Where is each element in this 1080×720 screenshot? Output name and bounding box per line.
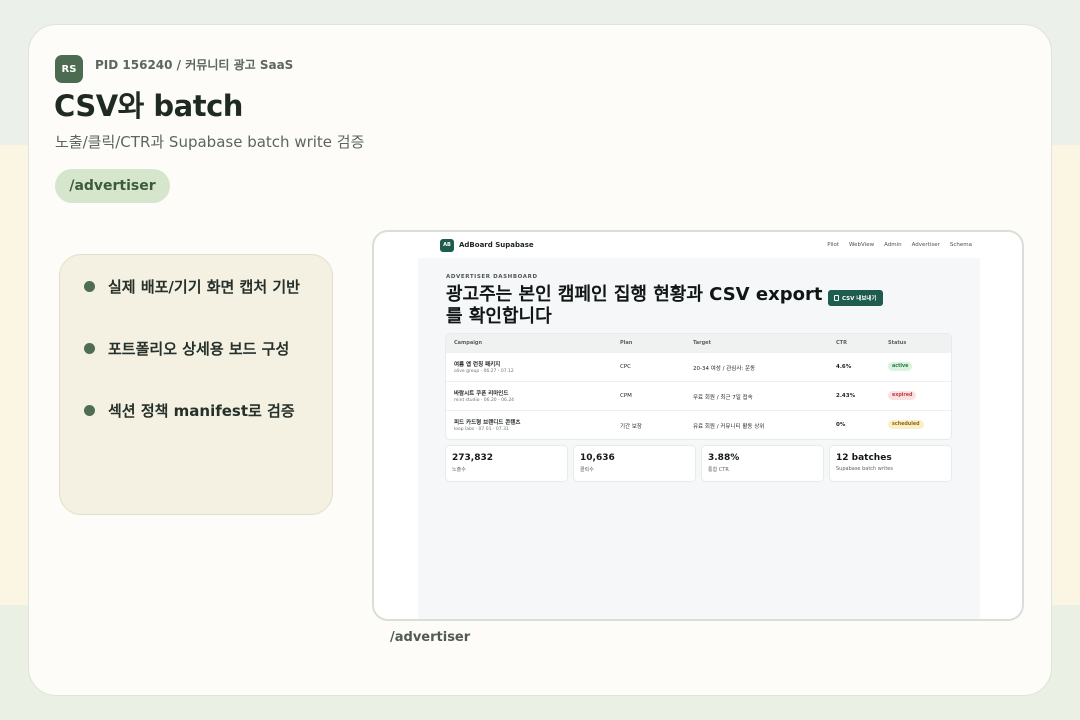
campaign-meta: loop labs · 07.01 - 07.31 (454, 427, 509, 432)
nav-link-advertiser[interactable]: Advertiser (912, 242, 940, 248)
page-title: CSV와 batch (54, 89, 243, 123)
avatar: RS (55, 55, 83, 83)
bullet-dot-icon (84, 343, 95, 354)
campaign-name: 여름 앱 런칭 패키지 (454, 362, 501, 368)
nav-links: Pilot WebView Admin Advertiser Schema (827, 242, 972, 248)
nav-link-webview[interactable]: WebView (849, 242, 874, 248)
feature-text: 섹션 정책 manifest로 검증 (108, 402, 295, 420)
campaign-target: 20-34 여성 / 관심사: 운동 (693, 366, 756, 372)
csv-export-label: CSV 내보내기 (842, 296, 877, 302)
campaign-ctr: 4.6% (836, 364, 852, 370)
stats-row: 273,832 노출수 10,636 클릭수 3.88% 통합 CTR 12 b… (446, 446, 951, 481)
table-header: Campaign Plan Target CTR Status (446, 334, 951, 352)
stat-value: 273,832 (452, 453, 493, 463)
column-header-campaign: Campaign (454, 340, 483, 346)
app-navbar: AB AdBoard Supabase Pilot WebView Admin … (418, 232, 980, 258)
stat-label: Supabase batch writes (836, 466, 893, 472)
nav-link-schema[interactable]: Schema (950, 242, 972, 248)
bullet-dot-icon (84, 405, 95, 416)
stat-value: 10,636 (580, 453, 615, 463)
stat-label: 클릭수 (580, 467, 594, 473)
table-row[interactable]: 피드 카드형 브랜디드 콘텐츠 loop labs · 07.01 - 07.3… (446, 410, 951, 439)
feature-list: 실제 배포/기기 화면 캡처 기반 포트폴리오 상세용 보드 구성 섹션 정책 … (59, 254, 333, 515)
campaign-name: 바람시트 쿠폰 리마인드 (454, 391, 509, 397)
table-row[interactable]: 여름 앱 런칭 패키지 olive group · 06.27 - 07.12 … (446, 352, 951, 381)
campaign-target: 무료 회원 / 최근 7일 접속 (693, 395, 753, 401)
campaign-plan: 기간 보장 (620, 424, 642, 430)
document-icon (834, 295, 839, 301)
campaign-meta: olive group · 06.27 - 07.12 (454, 369, 514, 374)
project-id-label: PID 156240 / 커뮤니티 광고 SaaS (95, 58, 294, 72)
column-header-target: Target (693, 340, 711, 346)
stat-label: 통합 CTR (708, 467, 729, 473)
screenshot-caption: /advertiser (390, 630, 471, 645)
stat-card-impressions: 273,832 노출수 (446, 446, 567, 481)
campaign-meta: mint studio · 06.20 - 06.24 (454, 398, 515, 403)
dashboard-eyebrow: ADVERTISER DASHBOARD (446, 274, 538, 280)
feature-text: 실제 배포/기기 화면 캡처 기반 (108, 278, 300, 296)
screenshot-frame: AB AdBoard Supabase Pilot WebView Admin … (372, 230, 1024, 621)
status-badge: expired (888, 391, 917, 400)
csv-export-button[interactable]: CSV 내보내기 (828, 290, 883, 306)
table-row[interactable]: 바람시트 쿠폰 리마인드 mint studio · 06.20 - 06.24… (446, 381, 951, 410)
stat-card-clicks: 10,636 클릭수 (574, 446, 695, 481)
stat-card-ctr: 3.88% 통합 CTR (702, 446, 823, 481)
dashboard-heading: 광고주는 본인 캠페인 집행 현황과 CSV export를 확인합니다 (446, 284, 823, 327)
nav-link-pilot[interactable]: Pilot (827, 242, 839, 248)
slide-card: RS PID 156240 / 커뮤니티 광고 SaaS CSV와 batch … (28, 24, 1052, 696)
campaign-plan: CPM (620, 393, 632, 399)
status-badge: scheduled (888, 420, 924, 429)
feature-text: 포트폴리오 상세용 보드 구성 (108, 340, 290, 358)
feature-item: 실제 배포/기기 화면 캡처 기반 (84, 276, 300, 297)
bullet-dot-icon (84, 281, 95, 292)
brand-logo: AB (440, 238, 454, 252)
column-header-plan: Plan (620, 340, 633, 346)
embedded-app-screenshot: AB AdBoard Supabase Pilot WebView Admin … (418, 232, 980, 619)
campaign-name: 피드 카드형 브랜디드 콘텐츠 (454, 420, 521, 426)
feature-item: 섹션 정책 manifest로 검증 (84, 400, 295, 421)
campaign-ctr: 2.43% (836, 393, 856, 399)
column-header-ctr: CTR (836, 340, 847, 346)
stat-value: 12 batches (836, 453, 892, 463)
feature-item: 포트폴리오 상세용 보드 구성 (84, 338, 289, 359)
stat-label: 노출수 (452, 467, 466, 473)
campaign-table: Campaign Plan Target CTR Status 여름 앱 런칭 … (446, 334, 951, 439)
brand-name: AdBoard Supabase (459, 241, 534, 249)
status-badge: active (888, 362, 913, 371)
page-subtitle: 노출/클릭/CTR과 Supabase batch write 검증 (55, 133, 365, 151)
route-pill: /advertiser (55, 169, 170, 203)
stat-card-batches: 12 batches Supabase batch writes (830, 446, 951, 481)
campaign-target: 유료 회원 / 커뮤니티 활동 상위 (693, 424, 765, 430)
stat-value: 3.88% (708, 453, 740, 463)
campaign-ctr: 0% (836, 422, 846, 428)
column-header-status: Status (888, 340, 907, 346)
nav-link-admin[interactable]: Admin (884, 242, 902, 248)
campaign-plan: CPC (620, 364, 631, 370)
